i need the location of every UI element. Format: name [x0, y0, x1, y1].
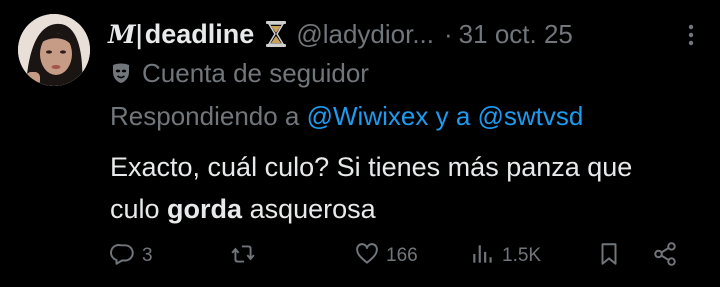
action-bar: 3 166 1.5K [110, 236, 690, 276]
follower-account-label: Cuenta de seguidor [110, 56, 369, 90]
bookmark-icon [596, 241, 622, 272]
tweet-header: M| deadline @ladydior... · 31 oct. 25 [108, 14, 696, 54]
like-count: 166 [386, 245, 418, 266]
user-handle[interactable]: @ladydior... [296, 19, 434, 50]
reply-button[interactable]: 3 [110, 236, 153, 276]
tweet-text-bold: gorda [167, 194, 243, 224]
views-button[interactable]: 1.5K [470, 236, 541, 276]
reply-icon [110, 241, 136, 272]
views-icon [470, 241, 496, 272]
user-logo-text: M| [108, 19, 144, 49]
avatar[interactable] [18, 14, 90, 86]
follower-account-text: Cuenta de seguidor [142, 57, 369, 88]
mask-icon [110, 62, 132, 84]
tweet-text: Exacto, cuál culo? Si tienes más panza q… [110, 146, 700, 230]
separator-dot: · [444, 18, 453, 49]
replying-to: Respondiendo a @Wiwixex y a @swtvsd [110, 101, 583, 132]
hourglass-icon [264, 20, 288, 48]
views-count: 1.5K [502, 245, 542, 266]
like-button[interactable]: 166 [354, 236, 418, 276]
retweet-icon [230, 241, 256, 272]
bookmark-button[interactable] [596, 236, 622, 276]
replying-and: y a [435, 101, 471, 131]
tweet-text-segment: asquerosa [242, 194, 376, 224]
more-dots-icon[interactable] [686, 22, 696, 48]
retweet-button[interactable] [230, 236, 262, 276]
heart-icon [354, 241, 380, 272]
display-name[interactable]: deadline [145, 19, 255, 50]
tweet[interactable]: M| deadline @ladydior... · 31 oct. 25 Cu… [0, 0, 720, 287]
replying-prefix: Respondiendo a [110, 101, 300, 131]
tweet-text-line: Exacto, cuál culo? Si tienes más panza q… [110, 152, 633, 182]
share-button[interactable] [652, 236, 678, 276]
tweet-date[interactable]: 31 oct. 25 [459, 19, 573, 50]
mention-link[interactable]: @swtvsd [478, 101, 584, 131]
mention-link[interactable]: @Wiwixex [307, 101, 429, 131]
share-icon [652, 241, 678, 272]
tweet-text-line: culo gorda asquerosa [110, 188, 700, 230]
tweet-text-segment: culo [110, 194, 168, 224]
reply-count: 3 [142, 245, 153, 266]
